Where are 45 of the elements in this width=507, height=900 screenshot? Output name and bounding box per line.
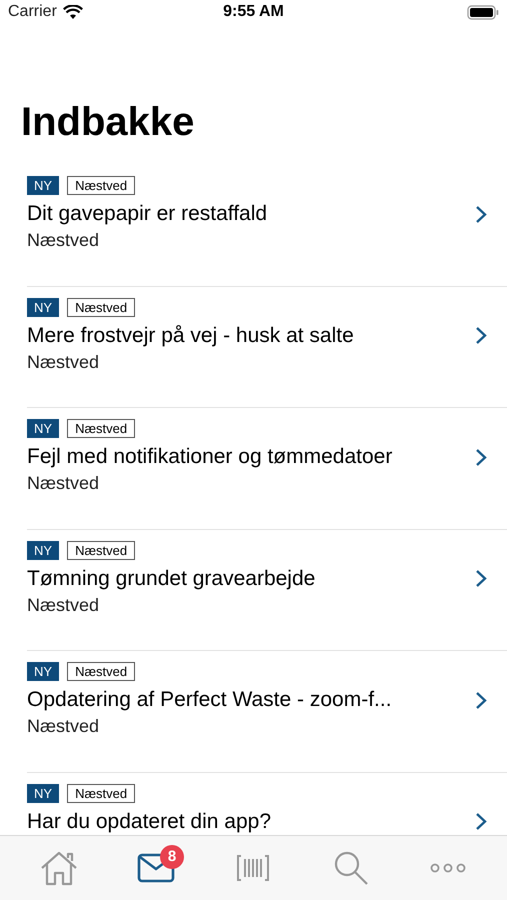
page-title: Indbakke (21, 102, 194, 142)
message-row[interactable]: NY Næstved Opdatering af Perfect Waste - zoom-f... Næstved (0, 651, 507, 772)
message-title: Fejl med notifikationer og tømmedatoer (27, 444, 394, 470)
message-title: Dit gavepapir er restaffald (27, 201, 268, 227)
status-time: 9:55 AM (223, 2, 284, 22)
area-tag: Næstved (67, 176, 136, 195)
new-tag: NY (27, 662, 60, 681)
message-title: Tømning grundet gravearbejde (27, 566, 316, 592)
chevron-right-icon (475, 326, 487, 345)
message-subtitle: Næstved (27, 472, 100, 495)
message-title: Mere frostvejr på vej - husk at salte (27, 322, 355, 348)
message-row[interactable]: NY Næstved Dit gavepapir er restaffald Næstved (0, 165, 507, 286)
area-tag: Næstved (67, 662, 136, 681)
message-row[interactable]: NY Næstved Tømning grundet gravearbejde Næstved (0, 530, 507, 651)
message-title: Opdatering af Perfect Waste - zoom-f... (27, 687, 393, 713)
barcode-icon (235, 853, 272, 883)
chevron-right-icon (475, 690, 487, 710)
chevron-right-icon (475, 204, 487, 224)
more-icon (430, 863, 466, 873)
message-subtitle: Næstved (27, 350, 100, 374)
chevron-right-icon (475, 448, 487, 466)
message-title: Har du opdateret din app? (27, 808, 272, 834)
area-tag: Næstved (67, 419, 136, 438)
unread-badge: 8 (160, 845, 184, 869)
message-subtitle: Næstved (27, 715, 100, 738)
area-tag: Næstved (67, 784, 136, 802)
new-tag: NY (27, 540, 60, 560)
message-subtitle: Næstved (27, 229, 100, 252)
new-tag: NY (27, 419, 60, 438)
chevron-right-icon (475, 569, 487, 588)
carrier-name: Carrier (8, 2, 57, 22)
new-tag: NY (27, 176, 60, 195)
home-icon (38, 850, 79, 886)
battery-icon (466, 4, 499, 20)
message-subtitle: Næstved (27, 594, 100, 616)
new-tag: NY (27, 784, 60, 802)
message-row[interactable]: NY Næstved Fejl med notifikationer og tømmedatoer Næstved (0, 408, 507, 530)
chevron-right-icon (475, 812, 487, 831)
new-tag: NY (27, 298, 60, 316)
search-icon (332, 850, 369, 886)
area-tag: Næstved (67, 540, 136, 560)
area-tag: Næstved (67, 298, 136, 316)
message-row[interactable]: NY Næstved Mere frostvejr på vej - husk at salte Næstved (0, 286, 507, 408)
tab-bar-item[interactable]: 8 (116, 843, 196, 893)
wifi-icon (62, 4, 83, 20)
